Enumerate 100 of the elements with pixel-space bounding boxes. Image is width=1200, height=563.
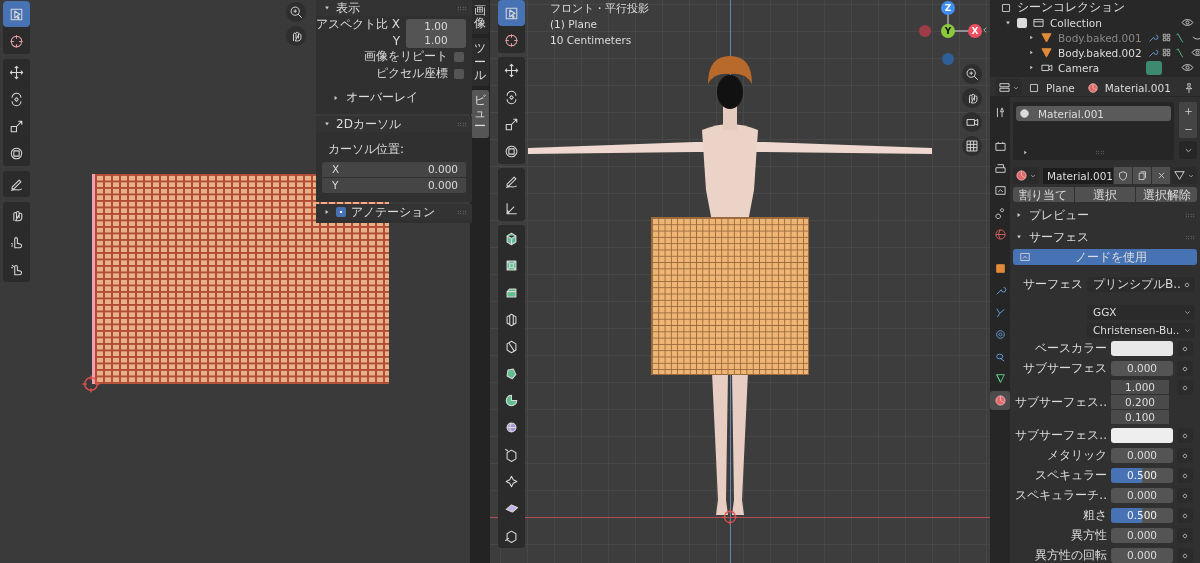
material-properties-tab[interactable] xyxy=(990,391,1010,410)
viewport-info-text: 10 Centimeters xyxy=(550,33,633,48)
color-swatch[interactable] xyxy=(1111,341,1173,356)
number-field[interactable]: 0.000 xyxy=(1111,361,1173,376)
node-tree-button[interactable] xyxy=(1171,167,1197,184)
number-field[interactable]: 1.000 xyxy=(1111,380,1169,394)
property-label: 異方性 xyxy=(1070,527,1107,544)
socket-button[interactable] xyxy=(1177,488,1193,503)
slot-action-button[interactable]: 選択 xyxy=(1074,187,1136,202)
checkbox[interactable] xyxy=(1017,17,1027,28)
use-nodes-button[interactable]: ノードを使用 xyxy=(1013,249,1197,265)
plus-icon xyxy=(1182,105,1194,117)
property-label: ベースカラー xyxy=(1034,340,1107,357)
four-arrows-icon xyxy=(9,64,24,80)
copy-icon xyxy=(1136,169,1148,182)
zoom-button[interactable] xyxy=(962,64,982,84)
number-field[interactable]: 0.000 xyxy=(1111,488,1173,503)
grid-view-button[interactable] xyxy=(962,136,982,156)
field-label: カーソル位置: xyxy=(327,141,406,158)
zoom-button[interactable] xyxy=(286,2,306,22)
panel-header[interactable]: プレビュー xyxy=(1013,206,1197,224)
checkbox[interactable] xyxy=(454,51,464,62)
viewport-info-text: フロント・平行投影 xyxy=(550,1,649,16)
breadcrumb-object: Plane xyxy=(1046,81,1075,94)
collapsed-triangle-icon xyxy=(1022,149,1029,156)
negative-z-axis-handle[interactable] xyxy=(942,53,954,65)
socket-button[interactable] xyxy=(1177,468,1193,483)
dropdown[interactable]: GGX xyxy=(1087,305,1195,320)
color-swatch[interactable] xyxy=(1111,428,1173,443)
number-field[interactable]: 0.000 xyxy=(1111,448,1173,463)
property-label: スペキュラー xyxy=(1034,467,1107,484)
shader-link-field[interactable]: プリンシプルB.. xyxy=(1087,277,1195,292)
select-box-tool[interactable] xyxy=(498,0,525,26)
number-field[interactable]: 0.100 xyxy=(1111,410,1169,424)
slider-field[interactable]: 0.500 xyxy=(1111,508,1173,523)
eye-icon xyxy=(1181,61,1194,74)
star-icon xyxy=(504,473,519,489)
number-field[interactable]: 0.000 xyxy=(1111,548,1173,563)
socket-button[interactable] xyxy=(1177,361,1193,376)
y-axis-handle[interactable]: Y xyxy=(941,24,955,38)
drag-handle-icon xyxy=(1185,212,1195,218)
number-field[interactable]: 0.000 xyxy=(1111,528,1173,543)
number-field[interactable]: Y 0.000 xyxy=(322,178,466,193)
socket-button[interactable] xyxy=(1177,380,1193,395)
picture-icon xyxy=(1019,251,1031,263)
number-field[interactable]: X 0.000 xyxy=(322,162,466,177)
slider-field[interactable]: 0.500 xyxy=(1111,468,1173,483)
annotate-tool[interactable] xyxy=(3,171,30,197)
shield-icon xyxy=(1117,169,1129,182)
socket-button[interactable] xyxy=(1177,341,1193,356)
duplicate-button[interactable] xyxy=(1133,167,1151,184)
material-name-field[interactable]: Material.001 xyxy=(1043,167,1113,184)
editor-type-button[interactable] xyxy=(996,79,1022,96)
property-label: 異方性の回転 xyxy=(1034,547,1107,563)
socket-button[interactable] xyxy=(1177,548,1193,563)
item-name: Camera xyxy=(1058,61,1101,74)
dropdown[interactable]: Christensen-Bu.. xyxy=(1087,323,1195,338)
socket-button[interactable] xyxy=(1177,528,1193,543)
camera-view-button[interactable] xyxy=(962,112,982,132)
socket-button[interactable] xyxy=(1177,428,1193,443)
drag-handle-icon xyxy=(457,209,467,215)
pie-icon xyxy=(504,392,519,408)
printer-icon xyxy=(993,162,1007,175)
branching-lines-icon xyxy=(993,306,1007,319)
eye-icon xyxy=(1190,46,1200,59)
fake-user-button[interactable] xyxy=(1114,167,1132,184)
property-label: サブサーフェス.. xyxy=(1014,393,1107,411)
material-slot[interactable]: Material.001 xyxy=(1016,106,1171,121)
field-label: アスペクト比 X xyxy=(316,16,401,33)
outliner-row[interactable]: Body.baked.002 xyxy=(990,45,1200,60)
number-field[interactable]: 0.200 xyxy=(1111,395,1169,409)
rotate-arrows-icon xyxy=(504,89,519,105)
polygon-icon xyxy=(504,365,519,381)
square-frame-icon xyxy=(1028,81,1040,94)
socket-button[interactable] xyxy=(1177,508,1193,523)
property-label: 粗さ xyxy=(1082,507,1107,524)
panel-header[interactable]: サーフェス xyxy=(1013,228,1197,246)
number-field[interactable]: 1.00 xyxy=(406,33,466,48)
outliner-row[interactable]: Camera xyxy=(990,60,1200,75)
unlink-button[interactable] xyxy=(1152,167,1170,184)
checkbox-label: 画像をリピート xyxy=(364,48,448,65)
pan-button[interactable] xyxy=(286,26,306,46)
material-browse-button[interactable] xyxy=(1013,167,1039,184)
outliner-row[interactable]: Collection xyxy=(990,15,1200,30)
drag-handle-icon xyxy=(457,121,467,127)
select-box-tool[interactable] xyxy=(3,1,30,27)
x-axis-handle[interactable]: X xyxy=(968,24,982,38)
negative-x-axis-handle[interactable] xyxy=(919,25,931,37)
socket-button[interactable] xyxy=(1177,448,1193,463)
grid-icon xyxy=(965,139,979,153)
checkbox[interactable] xyxy=(336,207,346,217)
pan-button[interactable] xyxy=(962,88,982,108)
slot-action-button[interactable]: 選択解除 xyxy=(1136,187,1197,202)
checkbox[interactable] xyxy=(454,68,464,79)
rotate-arrows-icon xyxy=(9,91,24,107)
property-label: メタリック xyxy=(1046,447,1107,464)
subsection-header[interactable]: オーバーレイ xyxy=(316,82,472,111)
outliner-row[interactable]: Body.baked.001 xyxy=(990,30,1200,45)
slot-action-button[interactable]: 割り当て xyxy=(1013,187,1074,202)
triangle-icon xyxy=(993,372,1007,385)
